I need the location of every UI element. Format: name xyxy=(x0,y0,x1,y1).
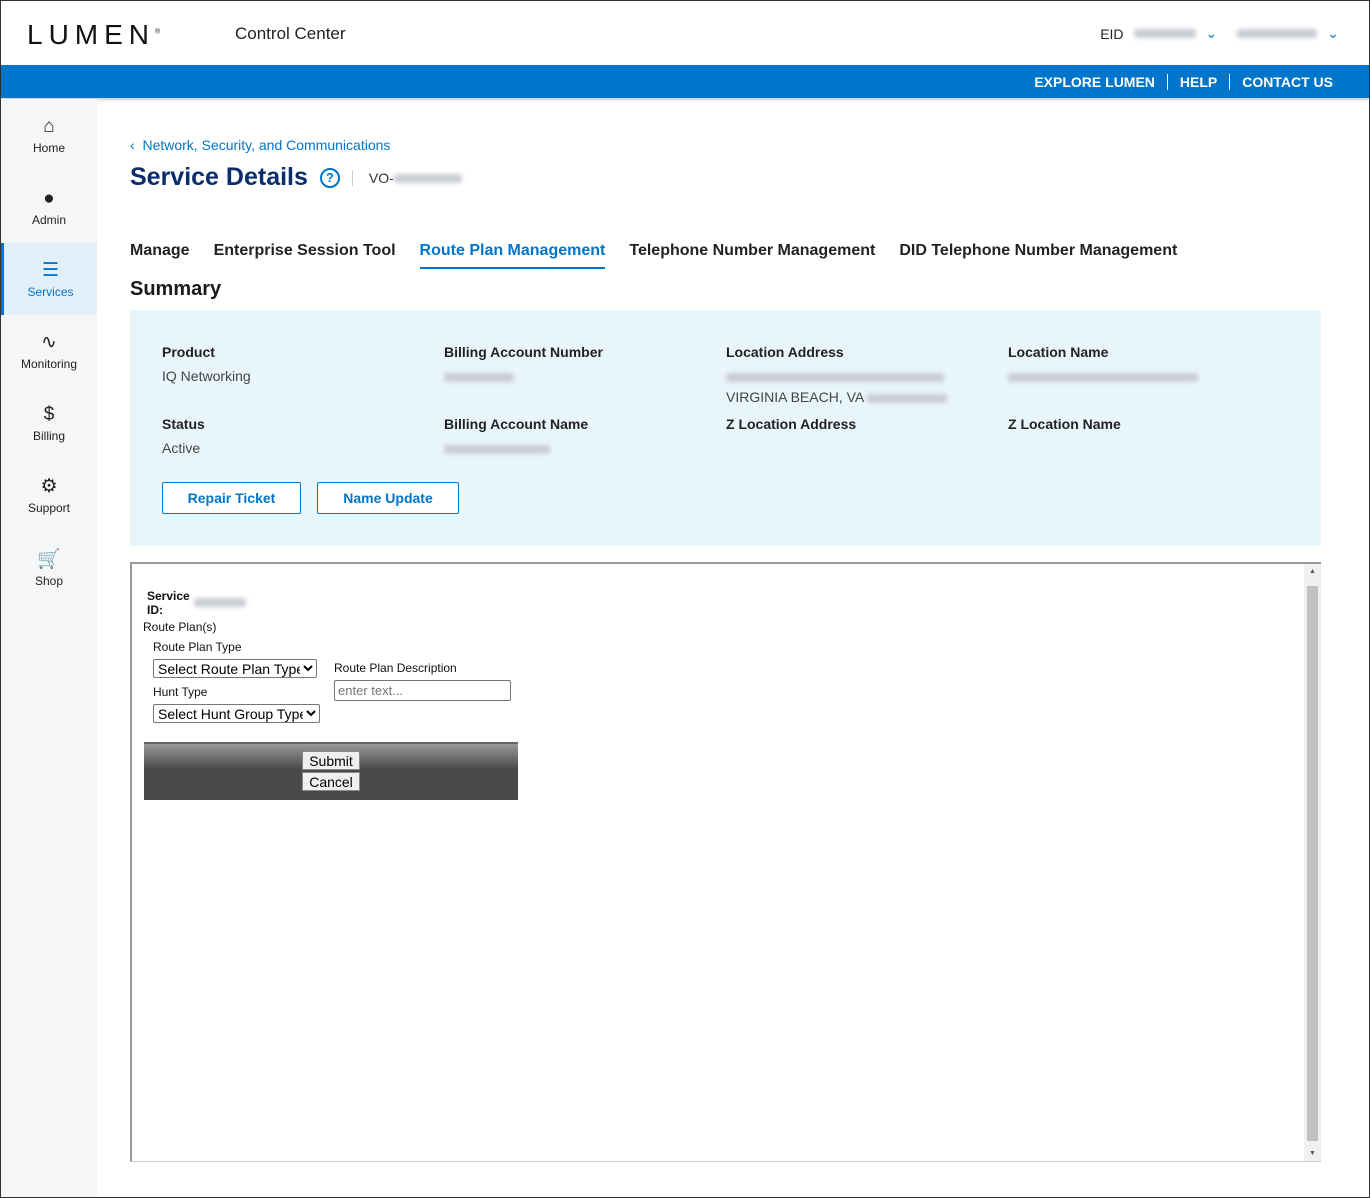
billing-account-number-field: Billing Account Number xyxy=(444,344,603,384)
page-title: Service Details xyxy=(130,163,308,191)
route-plans-heading: Route Plan(s) xyxy=(143,620,217,634)
page-header: Service Details ? VO- xyxy=(130,163,462,192)
scroll-up-icon[interactable]: ▲ xyxy=(1304,568,1321,575)
cancel-button[interactable]: Cancel xyxy=(302,772,360,791)
route-plan-type-select[interactable]: Select Route Plan Type xyxy=(153,659,317,678)
list-icon: ☰ xyxy=(41,260,60,281)
tab-route-plan-management[interactable]: Route Plan Management xyxy=(419,242,606,269)
route-plan-description-input[interactable] xyxy=(334,680,511,701)
z-location-address-field: Z Location Address xyxy=(726,416,857,432)
invoice-icon: $ xyxy=(43,403,55,425)
sidebar-item-admin[interactable]: ● Admin xyxy=(1,171,97,243)
sidebar-item-label: Home xyxy=(32,140,65,155)
home-icon: ⌂ xyxy=(43,115,55,137)
location-name-field: Location Name xyxy=(1008,344,1198,384)
z-location-name-field: Z Location Name xyxy=(1008,416,1121,432)
route-plan-type-label: Route Plan Type xyxy=(153,640,242,654)
tab-bar: Manage Enterprise Session Tool Route Pla… xyxy=(130,242,1177,269)
location-address-field: Location Address VIRGINIA BEACH, VA xyxy=(726,344,948,410)
sidebar-item-home[interactable]: ⌂ Home xyxy=(1,99,97,171)
sidebar-item-label: Shop xyxy=(34,573,64,588)
submit-button[interactable]: Submit xyxy=(302,751,360,770)
tab-telephone-number-management[interactable]: Telephone Number Management xyxy=(629,242,875,269)
hunt-type-select[interactable]: Select Hunt Group Type xyxy=(153,704,320,723)
sidebar: ⌂ Home ● Admin ☰ Services ∿ Monitoring $ Bill… xyxy=(1,99,97,1197)
sidebar-item-label: Admin xyxy=(31,212,66,227)
utility-nav: EXPLORE LUMEN HELP CONTACT US xyxy=(1,65,1369,98)
chevron-down-icon[interactable]: ⌄ xyxy=(1206,25,1218,42)
chevron-down-icon[interactable]: ⌄ xyxy=(1327,25,1339,42)
sidebar-item-label: Support xyxy=(27,501,71,515)
tab-did-telephone-number-management[interactable]: DID Telephone Number Management xyxy=(899,242,1177,269)
sidebar-item-services[interactable]: ☰ Services xyxy=(1,243,97,315)
route-plan-iframe: Service ID: Route Plan(s) Route Plan Typ… xyxy=(130,562,1321,1162)
sidebar-item-label: Monitoring xyxy=(20,357,78,371)
help-icon[interactable]: ? xyxy=(319,167,340,188)
lumen-logo[interactable]: LUMEN® xyxy=(27,19,160,51)
status-field: Status Active xyxy=(162,416,205,456)
eid-label: EID xyxy=(1100,25,1124,42)
user-name-redacted xyxy=(1237,29,1318,38)
sidebar-item-billing[interactable]: $ Billing xyxy=(1,387,97,459)
eid-value-redacted xyxy=(1133,29,1196,38)
service-id-label: Service ID: xyxy=(147,589,190,617)
scroll-down-icon[interactable]: ▼ xyxy=(1304,1150,1321,1157)
repair-ticket-button[interactable]: Repair Ticket xyxy=(162,482,301,514)
vo-number: VO- xyxy=(351,169,462,186)
app-title: Control Center xyxy=(235,24,346,43)
hunt-type-label: Hunt Type xyxy=(153,685,208,699)
cart-icon: 🛒 xyxy=(37,548,61,570)
chevron-left-icon: ‹ xyxy=(130,137,143,153)
sidebar-item-monitoring[interactable]: ∿ Monitoring xyxy=(1,315,97,387)
sidebar-item-shop[interactable]: 🛒 Shop xyxy=(1,531,97,603)
top-header: LUMEN® Control Center EID ⌄ ⌄ xyxy=(1,1,1369,65)
user-icon: ● xyxy=(43,187,55,209)
explore-lumen-link[interactable]: EXPLORE LUMEN xyxy=(1022,74,1167,90)
sidebar-item-label: Billing xyxy=(32,428,65,443)
product-field: Product IQ Networking xyxy=(162,344,251,384)
account-selectors: EID ⌄ ⌄ xyxy=(1100,25,1339,42)
sidebar-item-support[interactable]: ⚙ Support xyxy=(1,459,97,531)
breadcrumb-link[interactable]: Network, Security, and Communications xyxy=(142,137,390,153)
summary-heading: Summary xyxy=(130,278,222,300)
breadcrumb[interactable]: ‹ Network, Security, and Communications xyxy=(130,137,390,153)
route-plan-description-label: Route Plan Description xyxy=(334,661,457,675)
support-icon: ⚙ xyxy=(40,476,58,497)
billing-account-name-field: Billing Account Name xyxy=(444,416,588,456)
tab-enterprise-session-tool[interactable]: Enterprise Session Tool xyxy=(214,242,396,269)
summary-card: Product IQ Networking Status Active Billin… xyxy=(130,310,1321,546)
form-action-bar: Submit Cancel xyxy=(144,742,518,800)
pulse-icon: ∿ xyxy=(41,332,57,353)
scrollbar-thumb[interactable] xyxy=(1307,586,1318,1141)
scrollbar[interactable]: ▲ ▼ xyxy=(1304,564,1321,1161)
name-update-button[interactable]: Name Update xyxy=(317,482,459,514)
service-id-redacted xyxy=(194,598,246,607)
tab-manage[interactable]: Manage xyxy=(130,242,190,269)
sidebar-item-label: Services xyxy=(27,285,74,299)
contact-us-link[interactable]: CONTACT US xyxy=(1229,73,1345,90)
help-link[interactable]: HELP xyxy=(1166,73,1229,90)
